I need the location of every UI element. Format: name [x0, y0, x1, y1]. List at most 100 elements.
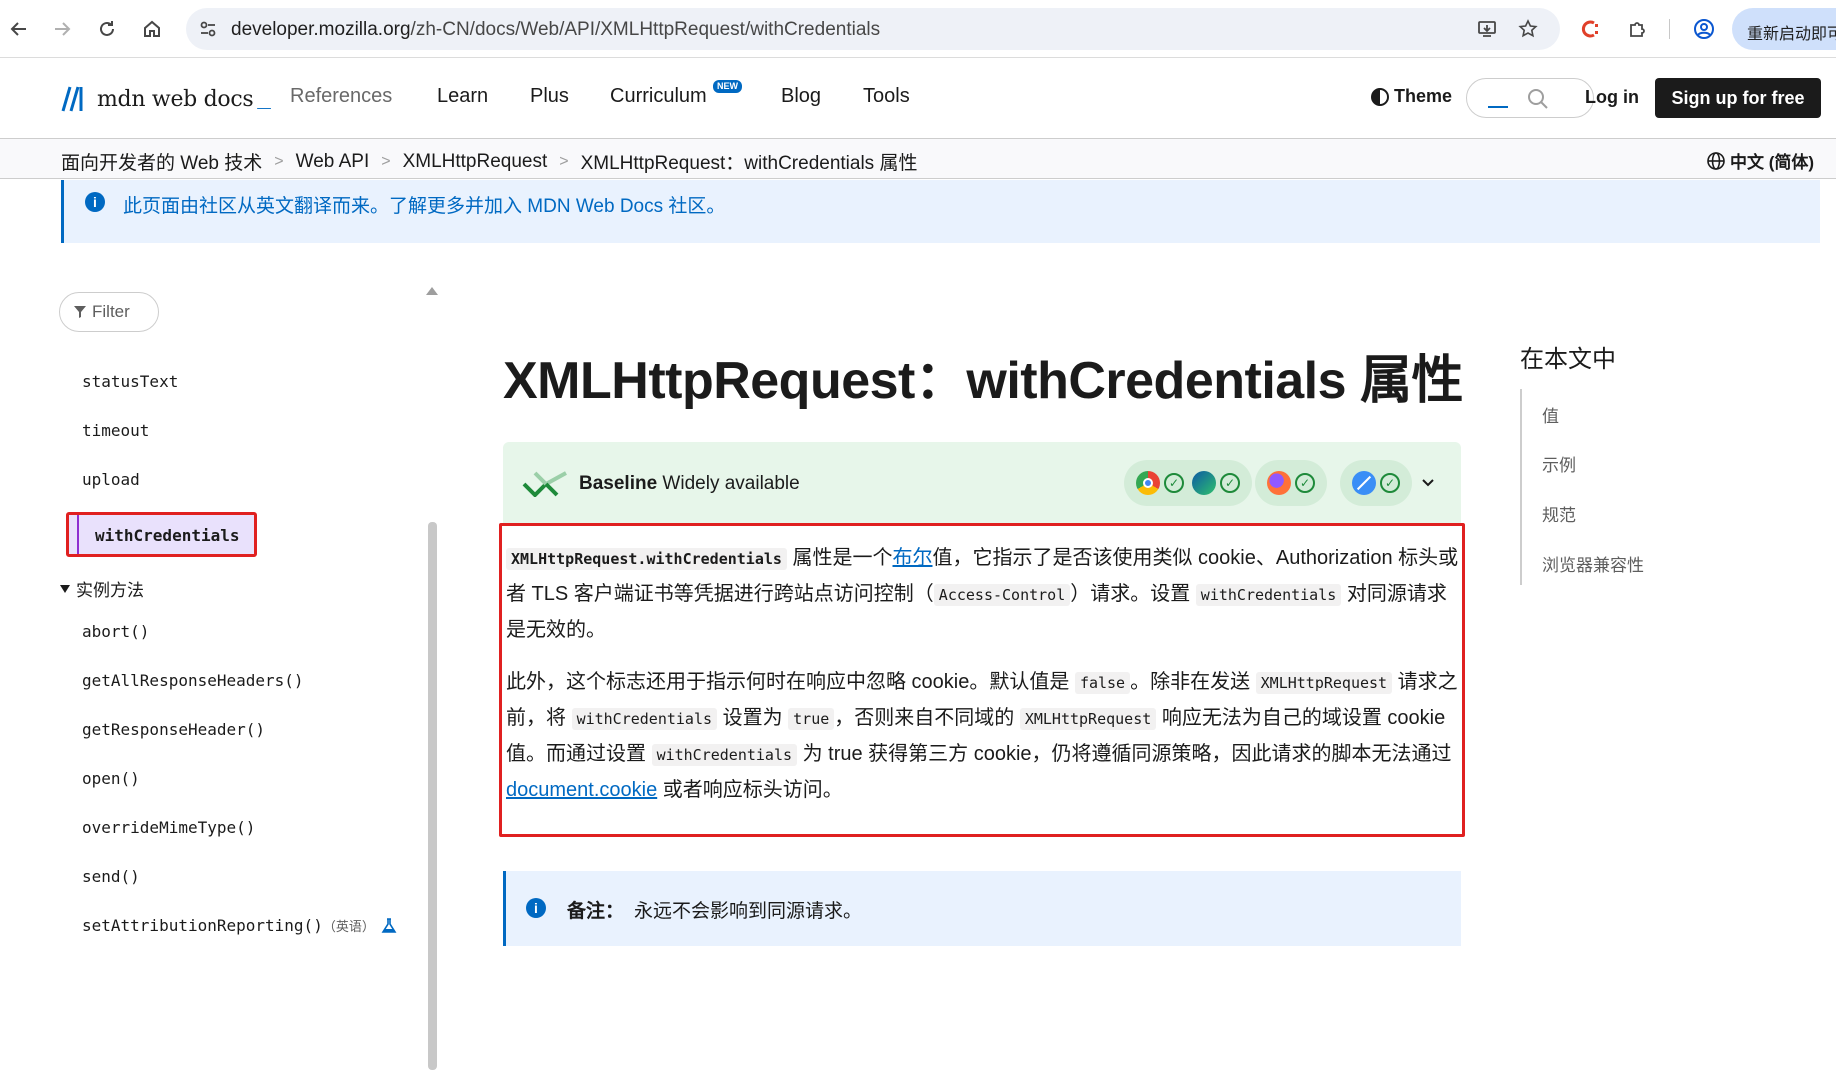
description-paragraph-2: 此外，这个标志还用于指示何时在响应中忽略 cookie。默认值是 false 。除… — [506, 665, 1462, 808]
code-xhr-withcredentials: XMLHttpRequest.withCredentials — [506, 548, 787, 570]
sidebar-item-withcredentials[interactable]: withCredentials — [66, 512, 257, 557]
back-button[interactable] — [2, 12, 36, 46]
sidebar-item-upload[interactable]: upload — [82, 470, 140, 489]
text: 或者响应标头访问。 — [657, 779, 843, 801]
home-icon — [144, 20, 160, 37]
note-callout: i 备注： 永远不会影响到同源请求。 — [503, 871, 1461, 946]
supported-check-icon: ✓ — [1164, 473, 1184, 493]
theme-label: Theme — [1394, 86, 1453, 106]
active-indicator — [77, 515, 79, 554]
nav-learn[interactable]: Learn — [437, 85, 488, 108]
code-access-control: Access-Control — [933, 584, 1071, 606]
sidebar-item-statustext[interactable]: statusText — [82, 372, 178, 391]
logo-underscore: _ — [257, 85, 271, 112]
info-icon: i — [85, 192, 105, 212]
breadcrumb-separator: > — [559, 152, 569, 170]
experimental-flask-icon — [381, 917, 397, 933]
browser-support-firefox: ✓ — [1255, 460, 1327, 506]
scroll-up-arrow[interactable] — [426, 287, 438, 295]
code-xhr: XMLHttpRequest — [1255, 672, 1393, 694]
boolean-link[interactable]: 布尔 — [893, 547, 933, 569]
address-bar[interactable]: developer.mozilla.org/zh-CN/docs/Web/API… — [186, 8, 1560, 50]
language-button[interactable]: 中文 (简体) — [1706, 148, 1814, 173]
sidebar-scrollbar[interactable] — [428, 522, 437, 1070]
safari-icon — [1352, 471, 1376, 495]
profile-button[interactable] — [1687, 12, 1721, 46]
theme-button[interactable]: Theme — [1370, 86, 1452, 107]
search-input[interactable] — [1466, 78, 1594, 118]
theme-contrast-icon — [1371, 87, 1389, 106]
browser-support-chrome-edge: ✓ ✓ — [1124, 460, 1252, 506]
mdn-m-icon — [61, 86, 83, 112]
sidebar-item-getresponseheader[interactable]: getResponseHeader() — [82, 720, 265, 739]
sidebar-item-getallresponseheaders[interactable]: getAllResponseHeaders() — [82, 671, 304, 690]
url-path: /zh-CN/docs/Web/API/XMLHttpRequest/withC… — [410, 19, 881, 40]
sidebar-item-open[interactable]: open() — [82, 769, 140, 788]
install-app-icon[interactable] — [1477, 19, 1497, 39]
bookmark-star-icon[interactable] — [1518, 19, 1538, 39]
nav-tools[interactable]: Tools — [863, 85, 910, 108]
reload-icon — [100, 21, 114, 36]
baseline-strong: Baseline — [579, 473, 658, 494]
logo-text: mdn web docs — [97, 86, 254, 112]
sidebar-item-lang-suffix: （英语） — [322, 919, 375, 934]
code-false: false — [1074, 672, 1131, 694]
sidebar-item-setattributionreporting[interactable]: setAttributionReporting() （英语） — [82, 916, 397, 935]
description-paragraph-1: XMLHttpRequest.withCredentials 属性是一个布尔值，… — [506, 541, 1462, 648]
breadcrumb-item-web-tech[interactable]: 面向开发者的 Web 技术 — [61, 148, 262, 175]
supported-check-icon: ✓ — [1295, 473, 1315, 493]
site-info-icon[interactable] — [199, 20, 217, 38]
nav-blog[interactable]: Blog — [781, 85, 821, 108]
translation-notice-text[interactable]: 此页面由社区从英文翻译而来。了解更多并加入 MDN Web Docs 社区。 — [123, 191, 725, 218]
reload-button[interactable] — [90, 12, 124, 46]
breadcrumb: 面向开发者的 Web 技术 > Web API > XMLHttpRequest… — [61, 148, 917, 175]
edge-icon — [1192, 471, 1216, 495]
profile-icon — [1694, 19, 1714, 39]
filter-button[interactable]: Filter — [59, 292, 159, 332]
restart-update-button[interactable]: 重新启动即可 — [1732, 8, 1836, 50]
sidebar-item-label: setAttributionReporting() — [82, 916, 323, 935]
document-cookie-link[interactable]: document.cookie — [506, 779, 657, 801]
sidebar-item-overridemimetype[interactable]: overrideMimeType() — [82, 818, 255, 837]
supported-check-icon: ✓ — [1220, 473, 1240, 493]
sidebar-item-send[interactable]: send() — [82, 867, 140, 886]
toc-item-specs[interactable]: 规范 — [1542, 501, 1576, 526]
signup-button[interactable]: Sign up for free — [1655, 78, 1821, 118]
toolbar-divider — [1669, 19, 1670, 39]
baseline-check-icon — [522, 471, 567, 497]
firefox-icon — [1267, 471, 1291, 495]
nav-curriculum[interactable]: Curriculum — [610, 85, 707, 108]
text: 为 true 获得第三方 cookie，仍将遵循同源策略，因此请求的脚本无法通过 — [797, 743, 1452, 765]
text: 此外，这个标志还用于指示何时在响应中忽略 cookie。默认值是 — [506, 671, 1075, 693]
page-title: XMLHttpRequest：withCredentials 属性 — [503, 352, 1464, 410]
toc-item-value[interactable]: 值 — [1542, 402, 1559, 427]
browser-support-safari: ✓ — [1340, 460, 1412, 506]
toc-item-browser-compat[interactable]: 浏览器兼容性 — [1542, 551, 1644, 576]
chevron-down-icon[interactable] — [1421, 476, 1435, 490]
triangle-down-icon — [60, 584, 70, 593]
mdn-logo[interactable]: mdn web docs _ — [61, 85, 271, 113]
extensions-button[interactable] — [1620, 12, 1654, 46]
note-label: 备注： — [567, 901, 625, 922]
text: 属性是一个 — [786, 547, 893, 569]
breadcrumb-item-web-api[interactable]: Web API — [296, 151, 370, 173]
sidebar-group-label: 实例方法 — [76, 581, 144, 600]
browser-toolbar: developer.mozilla.org/zh-CN/docs/Web/API… — [0, 0, 1836, 58]
breadcrumb-item-xhr[interactable]: XMLHttpRequest — [403, 151, 548, 173]
sidebar-group-methods[interactable]: 实例方法 — [59, 576, 144, 601]
nav-plus[interactable]: Plus — [530, 85, 569, 108]
login-button[interactable]: Log in — [1585, 87, 1639, 108]
breadcrumb-bar: 面向开发者的 Web 技术 > Web API > XMLHttpRequest… — [0, 138, 1836, 179]
forward-button[interactable] — [45, 12, 79, 46]
sidebar-item-timeout[interactable]: timeout — [82, 421, 149, 440]
extension-c-icon[interactable] — [1573, 12, 1607, 46]
breadcrumb-separator: > — [381, 152, 391, 170]
toc-item-examples[interactable]: 示例 — [1542, 451, 1576, 476]
nav-references[interactable]: References — [290, 85, 392, 108]
breadcrumb-item-current[interactable]: XMLHttpRequest：withCredentials 属性 — [581, 148, 918, 175]
baseline-banner[interactable]: Baseline Widely available ✓ ✓ ✓ ✓ — [503, 442, 1461, 524]
code-xhr: XMLHttpRequest — [1019, 708, 1157, 730]
sidebar-item-abort[interactable]: abort() — [82, 622, 149, 641]
home-button[interactable] — [135, 12, 169, 46]
code-withcredentials: withCredentials — [1195, 584, 1342, 606]
